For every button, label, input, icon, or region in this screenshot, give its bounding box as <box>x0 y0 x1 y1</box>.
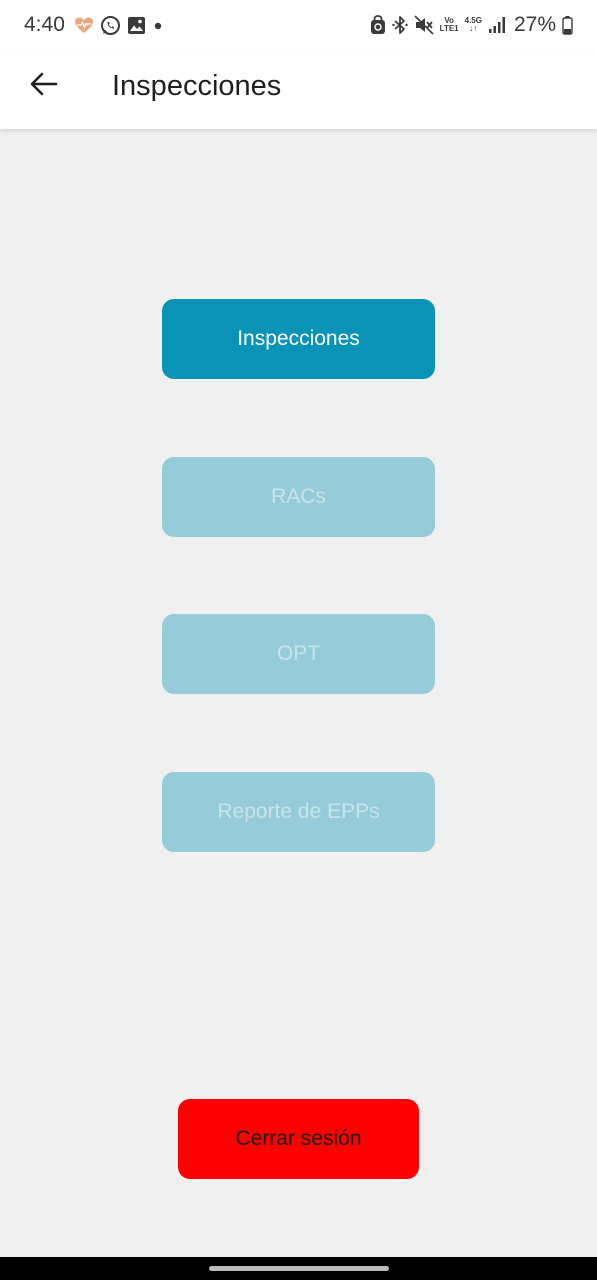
opt-button[interactable]: OPT <box>162 614 435 694</box>
reporte-epps-button[interactable]: Reporte de EPPs <box>162 772 435 852</box>
home-indicator[interactable] <box>209 1266 389 1271</box>
inspecciones-button[interactable]: Inspecciones <box>162 299 435 379</box>
app-bar: Inspecciones <box>0 52 597 129</box>
bluetooth-icon <box>391 15 408 35</box>
status-bar: 4:40 Vo LTE1 4.5G ↓↑ 27% <box>0 0 597 52</box>
arrow-back-icon <box>30 72 58 101</box>
status-left-icons <box>74 15 164 36</box>
heart-pulse-icon <box>74 16 94 36</box>
network-type-icon: 4.5G ↓↑ <box>465 17 482 33</box>
battery-percentage: 27% <box>513 13 556 36</box>
volte-icon: Vo LTE1 <box>440 17 459 33</box>
status-time: 4:40 <box>24 13 65 36</box>
dot-icon <box>152 16 164 36</box>
page-title: Inspecciones <box>112 70 282 102</box>
battery-icon <box>562 15 573 35</box>
mute-icon <box>414 15 434 35</box>
signal-icon <box>488 16 506 34</box>
logout-button[interactable]: Cerrar sesión <box>178 1099 419 1179</box>
gallery-icon <box>127 16 146 35</box>
volte-bottom-label: LTE1 <box>439 24 459 33</box>
navigation-bar <box>0 1257 597 1280</box>
racs-button[interactable]: RACs <box>162 457 435 537</box>
whatsapp-icon <box>100 15 121 36</box>
status-right-icons: Vo LTE1 4.5G ↓↑ 27% <box>370 13 573 37</box>
back-button[interactable] <box>22 66 66 106</box>
data-arrows-icon: ↓↑ <box>469 24 478 33</box>
vpn-lock-icon <box>370 15 386 35</box>
